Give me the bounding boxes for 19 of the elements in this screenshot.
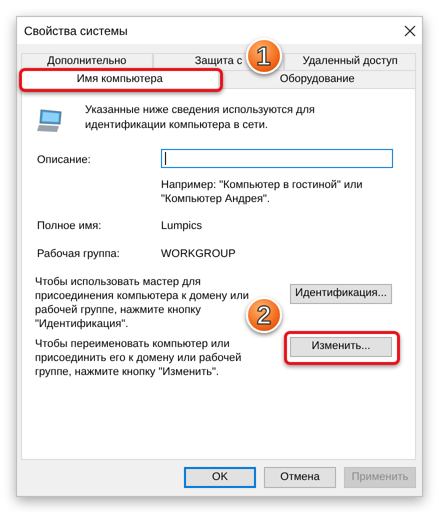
tab[interactable]: Оборудование xyxy=(218,70,416,88)
field-label: Рабочая группа: xyxy=(37,247,121,262)
action-button[interactable]: Идентификация... xyxy=(290,284,392,304)
instruction-text: Чтобы переименовать компьютер или присоединить его к домену или рабочей группе, нажмите кнопку "Изменить". xyxy=(35,336,242,378)
dialog-button[interactable]: OK xyxy=(184,467,256,488)
tab[interactable]: Удаленный доступ xyxy=(284,53,416,70)
dialog-button[interactable]: Отмена xyxy=(264,467,336,488)
field-value: WORKGROUP xyxy=(161,247,237,262)
window-title: Свойства системы xyxy=(24,22,128,40)
description-field[interactable] xyxy=(161,149,393,168)
field-label: Полное имя: xyxy=(37,218,102,234)
hint-text: Например: "Компьютер в гостиной" или "Компьютер Андрея". xyxy=(161,178,364,206)
action-button[interactable]: Изменить... xyxy=(290,336,392,356)
computer-icon xyxy=(37,109,63,133)
field-value: Lumpics xyxy=(161,218,203,234)
tab[interactable]: Имя компьютера xyxy=(21,70,218,88)
field-label: Описание: xyxy=(37,153,92,168)
close-icon[interactable] xyxy=(404,24,416,36)
intro-text: Указанные ниже сведения используются для идентификации компьютера в сети. xyxy=(85,103,316,133)
